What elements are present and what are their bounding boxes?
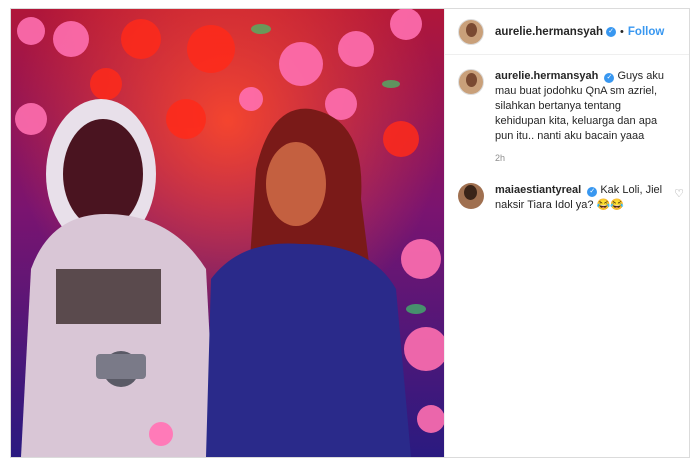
caption-timestamp[interactable]: 2h bbox=[495, 153, 689, 163]
caption: aurelie.hermansyah ✓ Guys aku mau buat j… bbox=[445, 55, 689, 144]
post-photo[interactable] bbox=[11, 9, 444, 457]
verified-badge-icon: ✓ bbox=[606, 26, 617, 37]
comment-item: maiaestiantyreal ✓ Kak Loli, Jiel naksir… bbox=[445, 163, 689, 213]
caption-body: aurelie.hermansyah ✓ Guys aku mau buat j… bbox=[495, 69, 670, 144]
verified-badge-icon: ✓ bbox=[604, 73, 615, 83]
verified-badge-icon: ✓ bbox=[587, 187, 598, 197]
instagram-post: aurelie.hermansyah ✓ • Follow aurelie.he… bbox=[10, 8, 690, 458]
comment-body: maiaestiantyreal ✓ Kak Loli, Jiel naksir… bbox=[495, 183, 670, 213]
commenter-avatar[interactable] bbox=[458, 183, 484, 209]
separator-dot: • bbox=[620, 25, 624, 38]
author-username[interactable]: aurelie.hermansyah bbox=[495, 26, 603, 38]
post-photo-image bbox=[11, 9, 444, 457]
post-sidebar: aurelie.hermansyah ✓ • Follow aurelie.he… bbox=[444, 9, 689, 457]
follow-button[interactable]: Follow bbox=[628, 26, 664, 38]
comment-username[interactable]: maiaestiantyreal bbox=[495, 184, 581, 196]
caption-username[interactable]: aurelie.hermansyah bbox=[495, 70, 598, 82]
post-header: aurelie.hermansyah ✓ • Follow bbox=[445, 9, 689, 55]
author-avatar[interactable] bbox=[458, 18, 484, 45]
caption-avatar[interactable] bbox=[458, 69, 484, 95]
heart-icon[interactable]: ♡ bbox=[674, 187, 684, 200]
